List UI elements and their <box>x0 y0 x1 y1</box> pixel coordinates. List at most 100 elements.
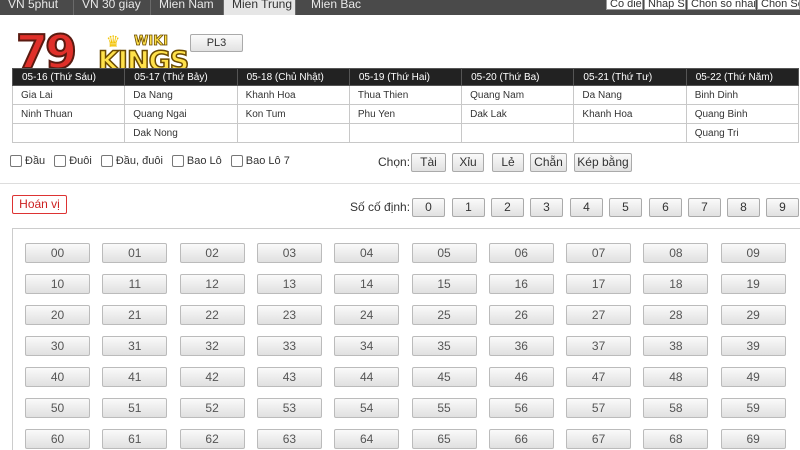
number-button[interactable]: 53 <box>256 398 322 418</box>
number-button[interactable]: 16 <box>488 274 554 294</box>
number-button[interactable]: 02 <box>179 243 245 263</box>
number-button[interactable]: 10 <box>25 274 90 294</box>
number-button[interactable]: 15 <box>411 274 477 294</box>
number-button[interactable]: 11 <box>102 274 168 294</box>
pl3-button[interactable]: PL3 <box>190 34 243 52</box>
number-button[interactable]: 46 <box>488 367 554 387</box>
fixed-digit-4-button[interactable]: 4 <box>570 198 603 217</box>
number-button[interactable]: 49 <box>720 367 786 387</box>
number-button[interactable]: 57 <box>566 398 632 418</box>
tab-mien-nam[interactable]: Mien Nam <box>151 0 224 15</box>
number-button[interactable]: 63 <box>256 429 322 449</box>
number-button[interactable]: 36 <box>488 336 554 356</box>
number-button[interactable]: 14 <box>334 274 400 294</box>
number-button[interactable]: 48 <box>643 367 709 387</box>
number-button[interactable]: 12 <box>179 274 245 294</box>
number-button[interactable]: 55 <box>411 398 477 418</box>
province-cell[interactable]: Dak Lak <box>461 104 575 124</box>
fixed-digit-1-button[interactable]: 1 <box>452 198 485 217</box>
hoan-vi-button[interactable]: Hoán vị <box>12 195 67 214</box>
number-button[interactable]: 29 <box>720 305 786 325</box>
number-button[interactable]: 51 <box>102 398 168 418</box>
tab-chon-so-nhanh[interactable]: Chon so nhanh <box>687 0 756 10</box>
number-button[interactable]: 66 <box>488 429 554 449</box>
number-button[interactable]: 32 <box>179 336 245 356</box>
number-button[interactable]: 62 <box>179 429 245 449</box>
province-cell[interactable]: Gia Lai <box>11 85 126 105</box>
fixed-digit-5-button[interactable]: 5 <box>609 198 642 217</box>
number-button[interactable]: 21 <box>102 305 168 325</box>
kep-bang-button[interactable]: Kép bằng <box>574 153 632 172</box>
number-button[interactable]: 40 <box>25 367 90 387</box>
number-button[interactable]: 42 <box>179 367 245 387</box>
option-bao-lo[interactable]: Bao Lô <box>171 155 222 167</box>
province-cell[interactable]: Khanh Hoa <box>236 85 350 105</box>
number-button[interactable]: 68 <box>643 429 709 449</box>
number-button[interactable]: 30 <box>25 336 90 356</box>
number-button[interactable]: 24 <box>334 305 400 325</box>
number-button[interactable]: 35 <box>411 336 477 356</box>
province-cell[interactable]: Phu Yen <box>348 104 463 124</box>
number-button[interactable]: 26 <box>488 305 554 325</box>
province-cell[interactable]: Quang Tri <box>685 123 800 143</box>
number-button[interactable]: 23 <box>256 305 322 325</box>
number-button[interactable]: 67 <box>566 429 632 449</box>
number-button[interactable]: 31 <box>102 336 168 356</box>
checkbox[interactable] <box>10 155 22 167</box>
option-dau-duoi[interactable]: Đầu, đuôi <box>100 155 163 167</box>
number-button[interactable]: 19 <box>720 274 786 294</box>
number-button[interactable]: 61 <box>102 429 168 449</box>
province-cell[interactable]: Kon Tum <box>236 104 350 124</box>
number-button[interactable]: 01 <box>102 243 168 263</box>
fixed-digit-9-button[interactable]: 9 <box>766 198 799 217</box>
number-button[interactable]: 04 <box>334 243 400 263</box>
checkbox[interactable] <box>230 155 243 167</box>
option-dau[interactable]: Đầu <box>10 155 45 167</box>
number-button[interactable]: 59 <box>720 398 786 418</box>
province-cell[interactable]: Quang Ngai <box>124 104 238 124</box>
fixed-digit-0-button[interactable]: 0 <box>412 198 445 217</box>
province-cell[interactable]: Ninh Thuan <box>11 104 126 124</box>
number-button[interactable]: 18 <box>643 274 709 294</box>
number-button[interactable]: 08 <box>643 243 709 263</box>
number-button[interactable]: 54 <box>334 398 400 418</box>
number-button[interactable]: 07 <box>566 243 632 263</box>
number-button[interactable]: 25 <box>411 305 477 325</box>
number-button[interactable]: 52 <box>179 398 245 418</box>
number-button[interactable]: 33 <box>256 336 322 356</box>
number-button[interactable]: 39 <box>720 336 786 356</box>
province-cell[interactable]: Khanh Hoa <box>573 104 687 124</box>
province-cell[interactable]: Thua Thien <box>348 85 463 105</box>
checkbox[interactable] <box>100 155 113 167</box>
number-button[interactable]: 05 <box>411 243 477 263</box>
checkbox[interactable] <box>54 155 67 167</box>
number-button[interactable]: 44 <box>334 367 400 387</box>
number-button[interactable]: 58 <box>643 398 709 418</box>
number-button[interactable]: 60 <box>25 429 90 449</box>
le-button[interactable]: Lẻ <box>492 153 524 172</box>
number-button[interactable]: 34 <box>334 336 400 356</box>
number-button[interactable]: 20 <box>25 305 90 325</box>
province-cell[interactable]: Quang Nam <box>461 85 575 105</box>
number-button[interactable]: 00 <box>25 243 90 263</box>
number-button[interactable]: 65 <box>411 429 477 449</box>
tab-mien-trung[interactable]: Mien Trung <box>224 0 296 15</box>
number-button[interactable]: 27 <box>566 305 632 325</box>
number-button[interactable]: 38 <box>643 336 709 356</box>
number-button[interactable]: 13 <box>256 274 322 294</box>
fixed-digit-8-button[interactable]: 8 <box>727 198 760 217</box>
tab-co-dien[interactable]: Co dien <box>606 0 643 10</box>
fixed-digit-6-button[interactable]: 6 <box>649 198 682 217</box>
checkbox[interactable] <box>171 155 184 167</box>
number-button[interactable]: 43 <box>256 367 322 387</box>
number-button[interactable]: 37 <box>566 336 632 356</box>
province-cell[interactable]: Da Nang <box>124 85 238 105</box>
number-button[interactable]: 41 <box>102 367 168 387</box>
province-cell[interactable]: Dak Nong <box>124 123 238 143</box>
fixed-digit-2-button[interactable]: 2 <box>491 198 524 217</box>
fixed-digit-7-button[interactable]: 7 <box>688 198 721 217</box>
number-button[interactable]: 06 <box>488 243 554 263</box>
number-button[interactable]: 45 <box>411 367 477 387</box>
fixed-digit-3-button[interactable]: 3 <box>530 198 563 217</box>
province-cell[interactable]: Da Nang <box>573 85 687 105</box>
